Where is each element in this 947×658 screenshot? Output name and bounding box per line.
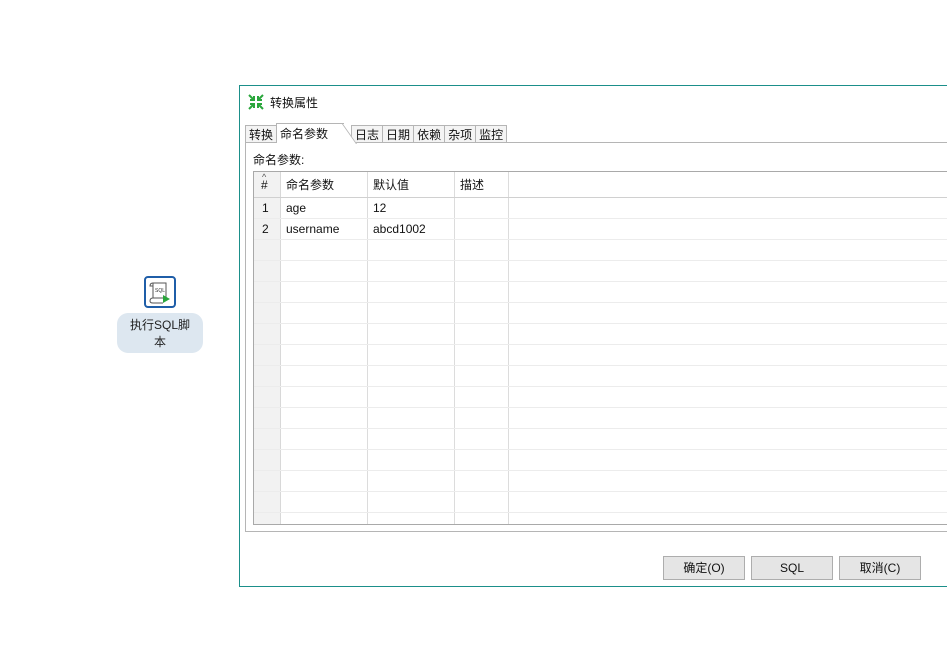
tab-bar: 转换 命名参数 日志 日期 依赖 杂项 监控: [245, 123, 508, 143]
empty-table-row[interactable]: [254, 387, 947, 408]
empty-table-row[interactable]: [254, 261, 947, 282]
kettle-transform-icon: [248, 94, 264, 110]
column-header-name[interactable]: 命名参数: [286, 172, 334, 198]
step-label[interactable]: 执行SQL脚本: [117, 313, 203, 353]
tab-transformation[interactable]: 转换: [245, 125, 278, 143]
dialog-titlebar: 转换属性: [248, 92, 318, 112]
named-parameters-panel: 命名参数: ^ # 命名参数 默认值 描述 1 age 12 2 usernam: [245, 142, 947, 532]
tab-named-parameters[interactable]: 命名参数: [276, 123, 345, 143]
sql-script-icon[interactable]: SQL: [144, 276, 176, 308]
table-header: ^ # 命名参数 默认值 描述: [254, 172, 947, 198]
row-number: 1: [262, 201, 269, 215]
parameter-name-cell[interactable]: age: [286, 198, 306, 219]
sql-button[interactable]: SQL: [751, 556, 833, 580]
empty-table-row[interactable]: [254, 303, 947, 324]
empty-table-row[interactable]: [254, 471, 947, 492]
column-header-description[interactable]: 描述: [460, 172, 484, 198]
table-row[interactable]: 2 username abcd1002: [254, 219, 947, 240]
svg-text:SQL: SQL: [155, 288, 165, 294]
empty-table-row[interactable]: [254, 429, 947, 450]
empty-table-row[interactable]: [254, 240, 947, 261]
empty-table-row[interactable]: [254, 450, 947, 471]
default-value-cell[interactable]: 12: [373, 198, 386, 219]
tab-dependencies[interactable]: 依赖: [413, 125, 446, 143]
ok-button[interactable]: 确定(O): [663, 556, 745, 580]
empty-table-row[interactable]: [254, 366, 947, 387]
tab-monitoring[interactable]: 监控: [475, 125, 508, 143]
empty-table-row[interactable]: [254, 282, 947, 303]
column-header-default[interactable]: 默认值: [373, 172, 409, 198]
empty-table-row[interactable]: [254, 345, 947, 366]
cancel-button[interactable]: 取消(C): [839, 556, 921, 580]
table-row[interactable]: 1 age 12: [254, 198, 947, 219]
empty-table-row[interactable]: [254, 492, 947, 513]
empty-table-row[interactable]: [254, 408, 947, 429]
transformation-properties-dialog: 转换属性 转换 命名参数 日志 日期 依赖 杂项 监控 命名参数: ^ # 命名…: [239, 85, 947, 587]
row-number: 2: [262, 222, 269, 236]
tab-dates[interactable]: 日期: [382, 125, 415, 143]
tab-misc[interactable]: 杂项: [444, 125, 477, 143]
column-header-number[interactable]: #: [261, 172, 268, 198]
default-value-cell[interactable]: abcd1002: [373, 219, 426, 240]
canvas-step-execute-sql[interactable]: SQL 执行SQL脚本: [117, 276, 203, 353]
parameter-name-cell[interactable]: username: [286, 219, 339, 240]
parameters-table[interactable]: ^ # 命名参数 默认值 描述 1 age 12 2 username abcd…: [253, 171, 947, 525]
dialog-title: 转换属性: [270, 95, 319, 110]
section-label: 命名参数:: [253, 153, 305, 167]
tab-logging[interactable]: 日志: [351, 125, 384, 143]
empty-table-row[interactable]: [254, 324, 947, 345]
